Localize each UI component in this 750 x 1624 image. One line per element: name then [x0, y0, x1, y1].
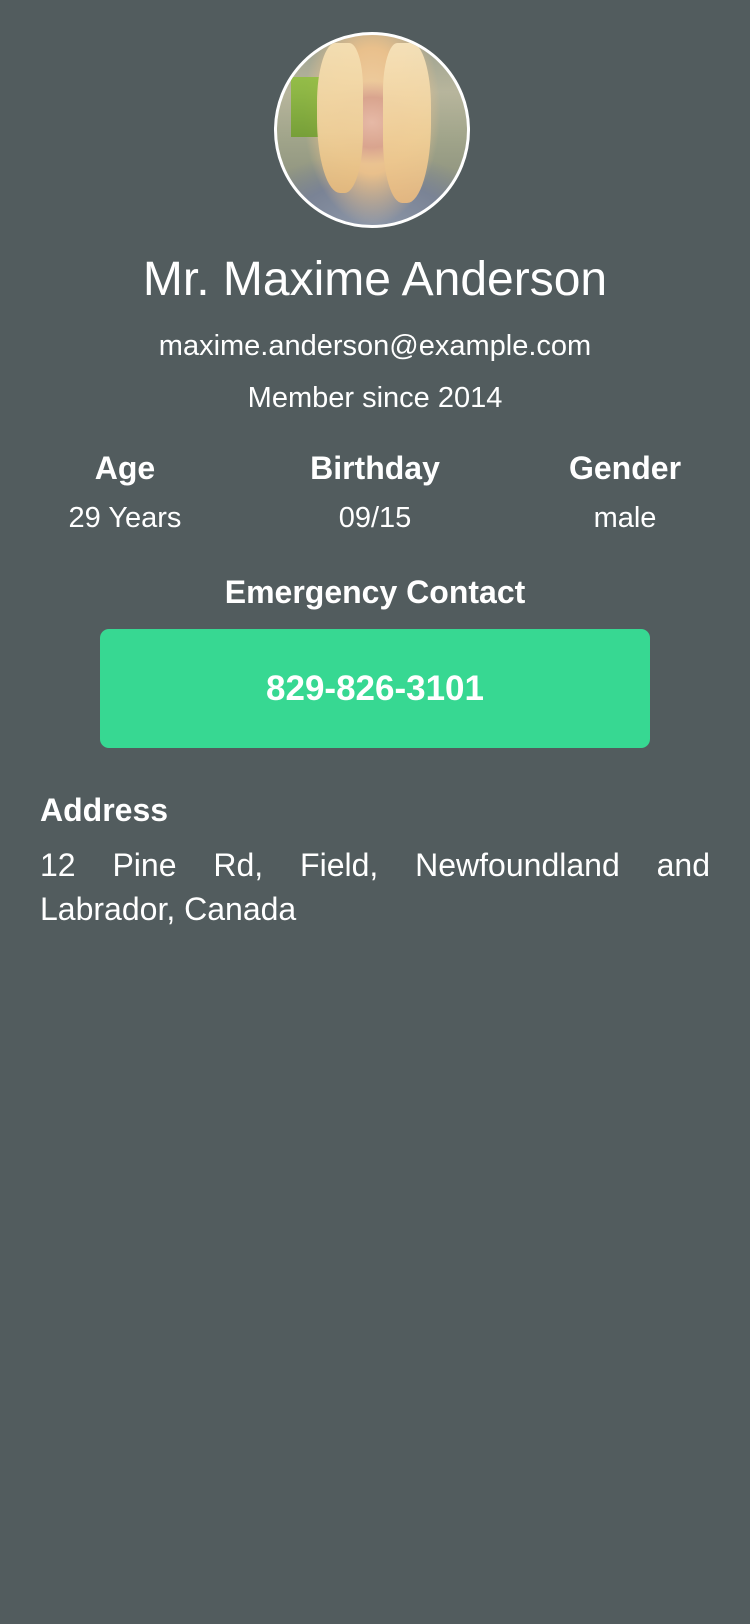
avatar-hair-detail [383, 43, 431, 203]
stats-row: Age 29 Years Birthday 09/15 Gender male [0, 446, 750, 536]
stat-gender: Gender male [500, 446, 750, 536]
profile-email[interactable]: maxime.anderson@example.com [0, 328, 750, 364]
avatar-background-detail [291, 77, 319, 137]
avatar-hair-detail [317, 43, 363, 193]
stat-value: male [593, 502, 657, 534]
stat-value: 29 Years [68, 502, 182, 534]
profile-name: Mr. Maxime Anderson [142, 253, 608, 306]
address-label: Address [40, 792, 169, 828]
avatar [274, 32, 470, 228]
emergency-contact-title: Emergency Contact [224, 574, 526, 610]
stat-birthday: Birthday 09/15 [250, 446, 500, 536]
address-text: 12 Pine Rd, Field, Newfoundland and Labr… [40, 847, 710, 927]
stat-age: Age 29 Years [0, 446, 250, 536]
member-since: Member since 2014 [247, 382, 503, 414]
emergency-phone-button[interactable]: 829-826-3101 [100, 629, 650, 748]
stat-label: Birthday [310, 450, 440, 486]
stat-value: 09/15 [338, 502, 412, 534]
stat-label: Gender [568, 450, 682, 486]
stat-label: Age [94, 450, 156, 486]
profile-screen: Mr. Maxime Anderson maxime.anderson@exam… [0, 0, 750, 1624]
